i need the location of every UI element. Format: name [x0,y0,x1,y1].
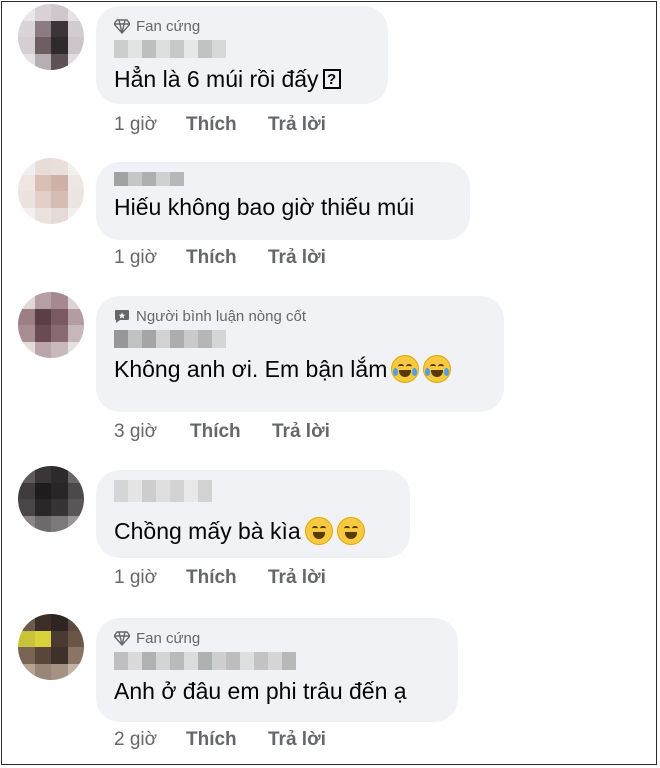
badge-label: Fan cứng [136,629,201,647]
reply-button[interactable]: Trả lời [268,247,326,269]
comment-time[interactable]: 3 giờ [114,421,190,443]
comment-bubble: Fan cứng Hẳn là 6 múi rồi đấy ? [96,6,388,104]
comment-actions: 3 giờ Thích Trả lời [114,421,330,443]
comment-time[interactable]: 2 giờ [114,729,186,751]
like-button[interactable]: Thích [186,567,268,589]
like-button[interactable]: Thích [186,729,268,751]
comment-text-row: Chồng mấy bà kìa [114,516,392,546]
comment-text: Anh ở đâu em phi trâu đến ạ [114,678,407,704]
comment-actions: 1 giờ Thích Trả lời [114,567,326,589]
comment-actions: 2 giờ Thích Trả lời [114,729,326,751]
diamond-icon [114,631,130,646]
comment-actions: 1 giờ Thích Trả lời [114,247,326,269]
comment-time[interactable]: 1 giờ [114,567,186,589]
comment-text: Hẳn là 6 múi rồi đấy [114,66,319,92]
comment-text: Hiếu không bao giờ thiếu múi [114,194,415,220]
badge: Fan cứng [114,16,370,36]
comment-bubble: Người bình luận nòng cốt Không anh ơi. E… [96,296,504,412]
author-name-blurred[interactable] [114,40,370,58]
comment-text-row: Không anh ơi. Em bận lắm [114,354,486,384]
reply-button[interactable]: Trả lời [268,567,326,589]
author-name-blurred[interactable] [114,172,452,186]
comment-text-row: Anh ở đâu em phi trâu đến ạ [114,676,440,706]
laughing-squint-emoji [304,517,333,545]
comment-bubble: Hiếu không bao giờ thiếu múi [96,162,470,240]
comment-text: Không anh ơi. Em bận lắm [114,356,388,382]
comment-bubble: Chồng mấy bà kìa [96,470,410,558]
avatar[interactable] [18,614,84,680]
like-button[interactable]: Thích [190,421,272,443]
badge-label: Fan cứng [136,17,201,35]
laughing-tears-emoji [391,355,420,383]
reply-button[interactable]: Trả lời [272,421,330,443]
badge-label: Người bình luận nòng cốt [136,307,306,325]
author-name-blurred[interactable] [114,480,392,502]
comment-bubble: Fan cứng Anh ở đâu em phi trâu đến ạ [96,618,458,722]
reply-button[interactable]: Trả lời [268,114,326,136]
avatar[interactable] [18,158,84,224]
laughing-squint-emoji [336,517,365,545]
avatar[interactable] [18,292,84,358]
badge: Người bình luận nòng cốt [114,306,486,326]
chat-bubble-icon [115,310,129,323]
comment-time[interactable]: 1 giờ [114,247,186,269]
author-name-blurred[interactable] [114,330,486,348]
comment-actions: 1 giờ Thích Trả lời [114,114,326,136]
comment-text: Chồng mấy bà kìa [114,518,301,544]
laughing-tears-emoji [423,355,452,383]
avatar[interactable] [18,4,84,70]
badge: Fan cứng [114,628,440,648]
comment-text-row: Hẳn là 6 múi rồi đấy ? [114,64,370,94]
comment-time[interactable]: 1 giờ [114,114,186,136]
reply-button[interactable]: Trả lời [268,729,326,751]
like-button[interactable]: Thích [186,247,268,269]
diamond-icon [114,19,130,34]
comment-text-row: Hiếu không bao giờ thiếu múi [114,192,452,222]
like-button[interactable]: Thích [186,114,268,136]
avatar[interactable] [18,466,84,532]
author-name-blurred[interactable] [114,652,440,670]
missing-glyph-icon: ? [322,69,341,89]
